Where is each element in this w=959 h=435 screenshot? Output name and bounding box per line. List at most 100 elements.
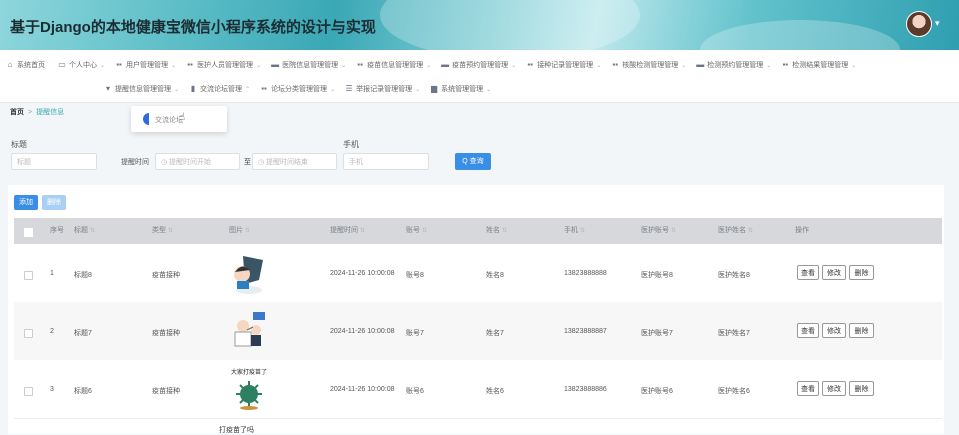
sort-icon[interactable]: ⇅ bbox=[671, 228, 676, 234]
grid-icon: ▪▪ bbox=[782, 60, 789, 69]
sort-icon[interactable]: ⇅ bbox=[168, 228, 173, 234]
row-phone: 13823888886 bbox=[564, 386, 607, 393]
nav-item-7[interactable]: ▪▪ 接种记录管理管理 ⌄ bbox=[526, 60, 611, 70]
row-delete-button[interactable]: 删除 bbox=[849, 381, 874, 396]
nav-item-label: 疫苗预约管理管理 bbox=[452, 62, 509, 69]
sort-icon[interactable]: ⇅ bbox=[360, 228, 365, 234]
chevron-icon: ⌄ bbox=[486, 86, 492, 93]
sort-icon[interactable]: ⇅ bbox=[90, 228, 95, 234]
column-header[interactable]: 账号 ⇅ bbox=[406, 218, 427, 244]
nav-item-2[interactable]: ▪▪ 论坛分类管理管理 ⌄ bbox=[260, 84, 345, 94]
row-edit-button[interactable]: 修改 bbox=[822, 381, 846, 396]
row-image[interactable] bbox=[229, 250, 269, 296]
time-start-input[interactable]: ◷ 提醒时间开始 bbox=[155, 153, 240, 170]
row-checkbox[interactable] bbox=[24, 271, 33, 280]
nav-item-label: 个人中心 bbox=[69, 62, 97, 69]
nav-item-6[interactable]: ▬ 疫苗预约管理管理 ⌄ bbox=[441, 60, 526, 70]
nav-item-2[interactable]: ▪▪ 用户管理管理 ⌄ bbox=[115, 60, 186, 70]
avatar[interactable] bbox=[906, 11, 932, 37]
select-all-checkbox[interactable] bbox=[24, 228, 33, 237]
nav-item-9[interactable]: ▬ 检测预约管理管理 ⌄ bbox=[696, 60, 781, 70]
column-header[interactable]: 图片 ⇅ bbox=[229, 218, 250, 244]
nav-item-0[interactable]: ⌂ 系统首页 bbox=[6, 60, 58, 70]
column-header-label: 标题 bbox=[74, 227, 88, 234]
column-header[interactable]: 提醒时间 ⇅ bbox=[330, 218, 365, 244]
grid-icon: ▬ bbox=[696, 60, 705, 69]
row-staff-account: 医护账号6 bbox=[641, 388, 673, 395]
sort-icon[interactable]: ⇅ bbox=[245, 228, 250, 234]
row-staff-account: 医护账号8 bbox=[641, 272, 673, 279]
column-header-label: 提醒时间 bbox=[330, 227, 358, 234]
column-header[interactable]: 医护账号 ⇅ bbox=[641, 218, 676, 244]
title-input[interactable]: 标题 bbox=[11, 153, 97, 170]
header-wave bbox=[700, 20, 900, 50]
column-header[interactable]: 类型 ⇅ bbox=[152, 218, 173, 244]
add-button[interactable]: 添加 bbox=[14, 195, 38, 210]
svg-text:大家打疫苗了: 大家打疫苗了 bbox=[231, 368, 267, 376]
grid-icon: ▪▪ bbox=[527, 60, 534, 69]
row-delete-button[interactable]: 删除 bbox=[849, 323, 874, 338]
column-header-label: 图片 bbox=[229, 227, 243, 234]
row-image[interactable] bbox=[229, 308, 269, 354]
chevron-icon: ⌄ bbox=[174, 86, 180, 93]
row-checkbox[interactable] bbox=[24, 387, 33, 396]
row-view-button[interactable]: 查看 bbox=[797, 323, 819, 338]
column-header-label: 手机 bbox=[564, 227, 578, 234]
sort-icon[interactable]: ⇅ bbox=[422, 228, 427, 234]
row-image[interactable]: 大家打疫苗了 bbox=[229, 366, 269, 412]
nav-item-label: 医护人员管理管理 bbox=[197, 62, 254, 69]
row-view-button[interactable]: 查看 bbox=[797, 265, 819, 280]
time-end-input[interactable]: ◷ 提醒时间结束 bbox=[252, 153, 337, 170]
nav-item-label: 接种记录管理管理 bbox=[537, 62, 594, 69]
row-account: 账号8 bbox=[406, 272, 424, 279]
row-phone: 13823888888 bbox=[564, 270, 607, 277]
sort-icon[interactable]: ⇅ bbox=[580, 228, 585, 234]
nav-item-8[interactable]: ▪▪ 核酸检测管理管理 ⌄ bbox=[611, 60, 696, 70]
row-account: 账号7 bbox=[406, 330, 424, 337]
row-delete-button[interactable]: 删除 bbox=[849, 265, 874, 280]
row-staff-account: 医护账号7 bbox=[641, 330, 673, 337]
nav-item-label: 疫苗信息管理管理 bbox=[367, 62, 424, 69]
row-index: 1 bbox=[50, 270, 54, 277]
nav-item-10[interactable]: ▪▪ 检测结果管理管理 ⌄ bbox=[781, 60, 866, 70]
batch-delete-button[interactable]: 删除 bbox=[42, 195, 66, 210]
nav-item-3[interactable]: ▪▪ 医护人员管理管理 ⌄ bbox=[186, 60, 271, 70]
chevron-icon: ⌄ bbox=[681, 62, 687, 69]
breadcrumb-current[interactable]: 提醒信息 bbox=[36, 109, 64, 116]
nav-item-label: 交流论坛管理 bbox=[200, 86, 243, 93]
column-header[interactable]: 姓名 ⇅ bbox=[486, 218, 507, 244]
nav-item-0[interactable]: ▾ 提醒信息管理管理 ⌄ bbox=[104, 84, 189, 94]
nav-item-1[interactable]: ▭ 个人中心 ⌄ bbox=[58, 60, 115, 70]
sort-icon[interactable]: ⇅ bbox=[748, 228, 753, 234]
column-header-label: 账号 bbox=[406, 227, 420, 234]
nav-item-4[interactable]: ▆ 系统管理管理 ⌄ bbox=[430, 84, 501, 94]
grid-icon: ▪▪ bbox=[116, 60, 122, 69]
phone-input[interactable]: 手机 bbox=[343, 153, 429, 170]
app-title: 基于Django的本地健康宝微信小程序系统的设计与实现 bbox=[10, 19, 376, 36]
row-title: 标题7 bbox=[74, 330, 92, 337]
nav-item-3[interactable]: ☰ 举报记录管理管理 ⌄ bbox=[345, 84, 430, 94]
row-name: 姓名7 bbox=[486, 330, 504, 337]
row-edit-button[interactable]: 修改 bbox=[822, 265, 846, 280]
row-title: 标题6 bbox=[74, 388, 92, 395]
sort-icon[interactable]: ⇅ bbox=[502, 228, 507, 234]
chevron-down-icon[interactable]: ▾ bbox=[935, 18, 940, 29]
column-header[interactable]: 手机 ⇅ bbox=[564, 218, 585, 244]
row-index: 3 bbox=[50, 386, 54, 393]
row-time: 2024-11-26 10:00:08 bbox=[330, 270, 395, 277]
nav-item-4[interactable]: ▬ 医院信息管理管理 ⌄ bbox=[271, 60, 356, 70]
row-edit-button[interactable]: 修改 bbox=[822, 323, 846, 338]
column-header: 操作 bbox=[795, 218, 809, 244]
search-button[interactable]: Q 查询 bbox=[455, 153, 491, 170]
hand-cursor-icon: ☝ bbox=[179, 112, 186, 123]
nav-item-5[interactable]: ▪▪ 疫苗信息管理管理 ⌄ bbox=[356, 60, 441, 70]
column-header[interactable]: 医护姓名 ⇅ bbox=[718, 218, 753, 244]
row-view-button[interactable]: 查看 bbox=[797, 381, 819, 396]
column-header[interactable]: 标题 ⇅ bbox=[74, 218, 95, 244]
nav-item-1[interactable]: ▮ 交流论坛管理 ⌃ bbox=[189, 84, 260, 94]
header-wave bbox=[380, 0, 640, 50]
time-label: 提醒时间 bbox=[121, 159, 149, 166]
chevron-icon: ⌄ bbox=[596, 62, 602, 69]
row-checkbox[interactable] bbox=[24, 329, 33, 338]
breadcrumb-home[interactable]: 首页 bbox=[10, 109, 24, 116]
